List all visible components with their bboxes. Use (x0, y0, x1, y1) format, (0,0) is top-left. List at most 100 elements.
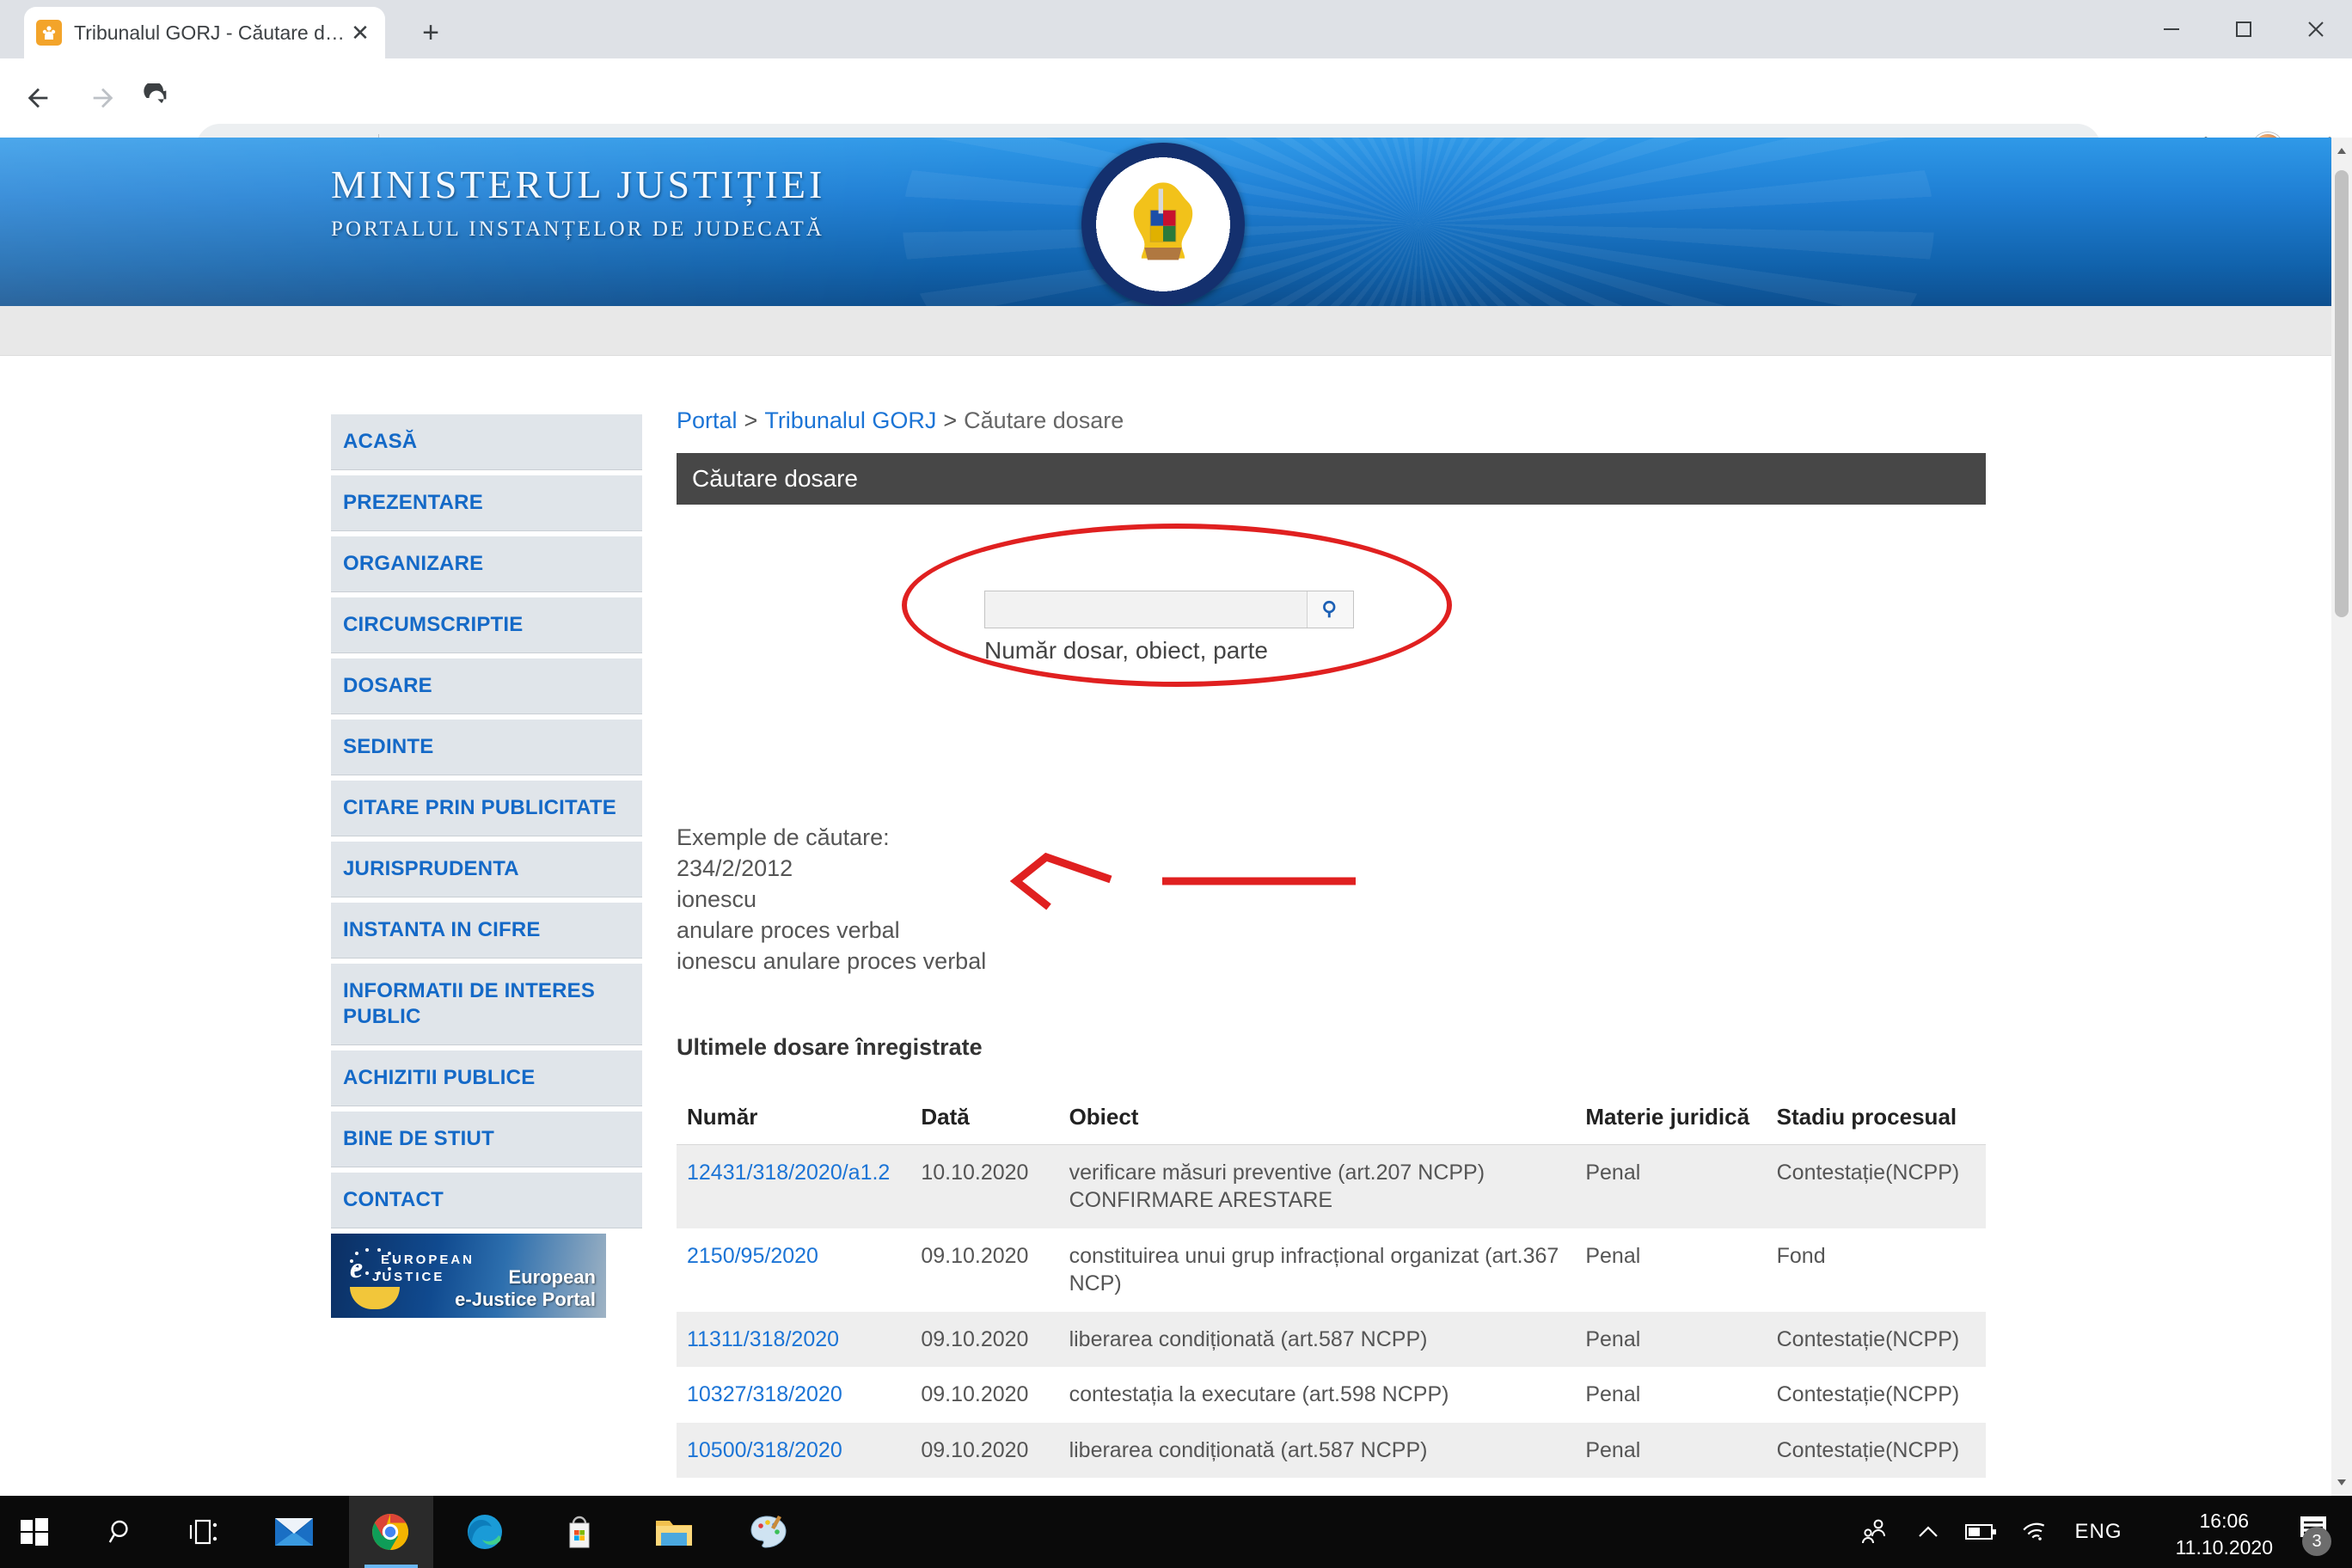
language-indicator[interactable]: ENG (2061, 1496, 2135, 1568)
cell-materie: Penal (1575, 1144, 1767, 1228)
sidebar-item-label: JURISPRUDENTA (343, 857, 519, 880)
cell-materie: Penal (1575, 1311, 1767, 1368)
cell-obiect: liberarea condiționată (art.587 NCPP) (1058, 1422, 1576, 1479)
sidebar-item-jurisprudenta[interactable]: JURISPRUDENTA (331, 842, 642, 897)
case-search-input[interactable] (985, 591, 1307, 628)
sidebar-item-label: DOSARE (343, 674, 432, 697)
tab-favicon-icon (36, 20, 62, 46)
page-scrollbar[interactable] (2331, 138, 2352, 1496)
windows-taskbar: ENG 16:06 11.10.2020 3 (0, 1496, 2352, 1568)
cell-numar: 12431/318/2020/a1.2 (677, 1144, 911, 1228)
new-tab-button[interactable]: + (411, 15, 450, 52)
clock-date: 11.10.2020 (2175, 1536, 2273, 1559)
sidebar-item-label: CITARE PRIN PUBLICITATE (343, 796, 616, 819)
table-header-row: Număr Dată Obiect Materie juridică Stadi… (677, 1096, 1986, 1145)
column-header-numar: Număr (677, 1096, 911, 1145)
back-arrow-icon[interactable] (17, 77, 58, 119)
sidebar-item-acasa[interactable]: ACASĂ (331, 414, 642, 470)
sidebar-item-label: CONTACT (343, 1188, 444, 1211)
sidebar-item-label: CIRCUMSCRIPTIE (343, 613, 524, 636)
sidebar-item-sedinte[interactable]: SEDINTE (331, 720, 642, 775)
cell-data: 09.10.2020 (921, 1243, 1029, 1268)
sidebar-item-instanta-in-cifre[interactable]: INSTANTA IN CIFRE (331, 903, 642, 959)
european-e-justice-portal-banner[interactable]: e EUROPEAN JUSTICE European e-Justice Po… (331, 1234, 606, 1318)
sidebar-item-dosare[interactable]: DOSARE (331, 658, 642, 714)
case-number-link[interactable]: 11311/318/2020 (687, 1327, 839, 1351)
edge-icon[interactable] (459, 1506, 511, 1558)
scrollbar-thumb[interactable] (2335, 170, 2349, 617)
case-search-button[interactable] (1307, 591, 1353, 628)
case-number-link[interactable]: 10327/318/2020 (687, 1382, 842, 1406)
task-view-icon[interactable] (179, 1506, 230, 1558)
language-label: ENG (2074, 1520, 2122, 1543)
case-number-link[interactable]: 12431/318/2020/a1.2 (687, 1161, 890, 1185)
cell-obiect: liberarea condiționată (art.587 NCPP) (1059, 1478, 1576, 1496)
column-header-obiect: Obiect (1058, 1096, 1576, 1145)
cell-data: 09.10.2020 (921, 1382, 1029, 1407)
cell-obiect: contestația la executare (art.598 NCPP) (1069, 1382, 1449, 1407)
minimize-icon[interactable] (2135, 0, 2208, 58)
column-header-data: Dată (910, 1096, 1059, 1145)
case-search-box[interactable] (984, 591, 1354, 628)
cell-stadiu: Contestație(NCPP) (1766, 1144, 1986, 1228)
case-number-link[interactable]: 10500/318/2020 (687, 1438, 842, 1462)
sidebar-item-circumscriptie[interactable]: CIRCUMSCRIPTIE (331, 597, 642, 653)
sidebar-item-label: INSTANTA IN CIFRE (343, 918, 541, 941)
close-icon[interactable] (2280, 0, 2352, 58)
scroll-up-arrow-icon[interactable] (2331, 141, 2352, 162)
omnibox-toolbar: Nesecurizat portal.just.ro/95/SitePages/… (0, 58, 2352, 172)
tab-strip: Tribunalul GORJ - Căutare dosare ✕ + (0, 0, 2352, 58)
sidebar-item-bine-de-stiut[interactable]: BINE DE STIUT (331, 1112, 642, 1167)
people-icon[interactable] (1848, 1496, 1902, 1568)
page-content: ACASĂ PREZENTARE ORGANIZARE CIRCUMSCRIPT… (0, 356, 2331, 1496)
header-gray-band (0, 306, 2331, 356)
coat-of-arms-icon (1081, 143, 1245, 306)
paint-icon[interactable] (743, 1506, 794, 1558)
table-row: 12431/318/2020/a1.2 10.10.2020 verificar… (677, 1144, 1986, 1228)
breadcrumb-portal[interactable]: Portal (677, 407, 738, 433)
notifications-icon[interactable]: 3 (2297, 1513, 2337, 1556)
battery-icon[interactable] (1955, 1496, 2008, 1568)
cell-materie: Penal (1575, 1422, 1767, 1479)
reload-icon[interactable] (136, 77, 177, 119)
browser-window: Tribunalul GORJ - Căutare dosare ✕ + MIN… (0, 0, 2352, 1496)
sidebar-item-label: PREZENTARE (343, 491, 483, 514)
maximize-icon[interactable] (2208, 0, 2280, 58)
sidebar-item-prezentare[interactable]: PREZENTARE (331, 475, 642, 531)
microsoft-store-icon[interactable] (554, 1506, 605, 1558)
table-row: 10500/318/2020 09.10.2020 liberarea cond… (677, 1422, 1986, 1479)
case-search-zone: Număr dosar, obiect, parte (677, 505, 1992, 823)
table-row: 11311/318/2020 09.10.2020 liberarea cond… (677, 1311, 1986, 1368)
cell-stadiu: Contestație(NCPP) (1766, 1311, 1986, 1368)
breadcrumb-separator: > (744, 407, 758, 433)
cell-stadiu: Contestație(NCPP) (1776, 1382, 1960, 1407)
case-number-link[interactable]: 2150/95/2020 (687, 1244, 818, 1268)
browser-tab[interactable]: Tribunalul GORJ - Căutare dosare ✕ (24, 7, 385, 58)
file-explorer-icon[interactable] (648, 1506, 700, 1558)
cell-stadiu: Contestație(NCPP) (1766, 1422, 1986, 1479)
mail-icon[interactable] (268, 1506, 320, 1558)
red-arrow-annotation (999, 847, 1360, 916)
breadcrumb: Portal > Tribunalul GORJ > Căutare dosare (677, 407, 1992, 434)
site-header: MINISTERUL JUSTIȚIEI PORTALUL INSTANȚELO… (0, 138, 2331, 306)
sidebar-item-organizare[interactable]: ORGANIZARE (331, 536, 642, 592)
ej-logo-european: EUROPEAN (381, 1253, 475, 1267)
tab-close-icon[interactable]: ✕ (347, 21, 373, 44)
clock-time: 16:06 (2199, 1510, 2250, 1532)
sidebar-item-label: ORGANIZARE (343, 552, 484, 575)
sidebar-item-contact[interactable]: CONTACT (331, 1173, 642, 1228)
taskbar-clock[interactable]: 16:06 11.10.2020 (2176, 1508, 2273, 1561)
wifi-icon[interactable] (2008, 1496, 2061, 1568)
show-hidden-icons-chevron[interactable] (1902, 1496, 1955, 1568)
cell-numar: 2150/95/2020 (677, 1228, 910, 1312)
windows-start-icon[interactable] (9, 1506, 60, 1558)
sidebar-item-informatii-de-interes-public[interactable]: INFORMATII DE INTERES PUBLIC (331, 964, 642, 1045)
breadcrumb-tribunalul-gorj[interactable]: Tribunalul GORJ (764, 407, 936, 433)
sidebar-item-achizitii-publice[interactable]: ACHIZITII PUBLICE (331, 1050, 642, 1106)
chrome-icon[interactable] (364, 1506, 416, 1558)
sidebar-item-citare-prin-publicitate[interactable]: CITARE PRIN PUBLICITATE (331, 781, 642, 836)
case-search: Număr dosar, obiect, parte (984, 591, 1354, 665)
scroll-down-arrow-icon[interactable] (2331, 1472, 2352, 1492)
latest-cases-heading: Ultimele dosare înregistrate (677, 1033, 983, 1060)
taskbar-search-icon[interactable] (96, 1506, 148, 1558)
